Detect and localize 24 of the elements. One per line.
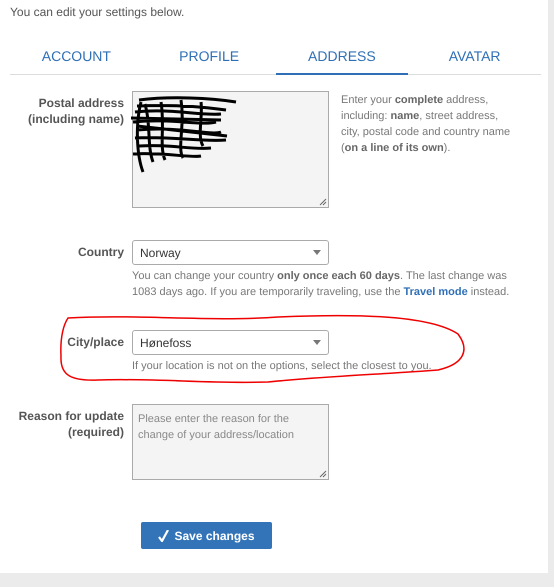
resize-handle-icon	[319, 198, 327, 206]
caret-icon	[313, 340, 321, 345]
field-label: Postal address (including name)	[27, 95, 125, 128]
resize-handle-icon	[319, 470, 327, 478]
placeholder-text: Please enter the reason for the change of your address/location	[137, 412, 295, 443]
field-label: City/place	[66, 334, 125, 351]
intro-text: You can edit your settings below.	[10, 4, 186, 20]
dropdown[interactable]: Norway	[132, 240, 329, 265]
tab[interactable]: ADDRESS	[276, 40, 408, 75]
travel-mode-link[interactable]: Travel mode	[404, 286, 468, 298]
text-area[interactable]	[132, 91, 329, 208]
caret-icon	[313, 250, 321, 255]
help-text: Enter your complete address, including: name, street address, city, postal code and country name (on a line of its own).	[341, 93, 511, 156]
text-area[interactable]: Please enter the reason for the change of your address/location	[132, 404, 329, 480]
dropdown[interactable]: Hønefoss	[132, 330, 329, 355]
help-text: If your location is not on the options, select the closest to you.	[132, 359, 433, 374]
tab[interactable]: AVATAR	[408, 40, 541, 75]
help-text: You can change your country only once each 60 days. The last change was 1083 days ago. If you are temporarily traveling, use the Travel mode instead.	[132, 269, 510, 300]
field-label: Country	[77, 244, 125, 261]
tab[interactable]: PROFILE	[142, 40, 276, 75]
tab[interactable]: ACCOUNT	[10, 40, 143, 75]
checkmark-icon	[158, 530, 170, 542]
field-label: Reason for update (required)	[18, 408, 125, 441]
save-button[interactable]: Save changes	[141, 522, 272, 549]
